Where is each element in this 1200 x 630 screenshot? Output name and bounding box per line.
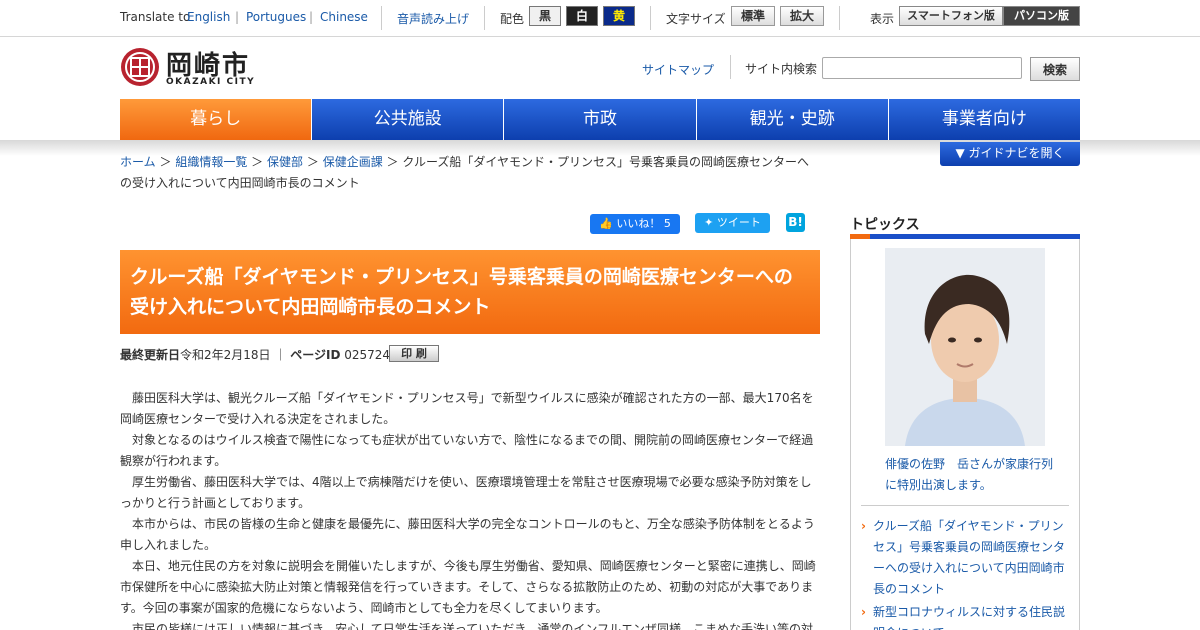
paragraph: 藤田医科大学は、観光クルーズ船「ダイヤモンド・プリンセス号」で新型ウイルスに感染…: [120, 391, 814, 426]
sitemap-link[interactable]: サイトマップ: [642, 61, 714, 78]
breadcrumb-health-dept[interactable]: 保健部: [267, 155, 303, 169]
breadcrumb-org-list[interactable]: 組織情報一覧: [175, 155, 247, 169]
divider: [650, 6, 651, 30]
list-item[interactable]: › クルーズ船「ダイヤモンド・プリンセス」号乗客乗員の岡崎医療センターへの受け入…: [861, 516, 1069, 600]
global-nav: 暮らし 公共施設 市政 観光・史跡 事業者向け: [120, 99, 1081, 140]
meta-separator: ｜: [274, 348, 287, 362]
topics-heading: トピックス: [850, 217, 920, 233]
breadcrumb-home[interactable]: ホーム: [120, 155, 156, 169]
page-title: クルーズ船「ダイヤモンド・プリンセス」号乗客乗員の岡崎医療センターへの受け入れに…: [120, 250, 820, 334]
tweet-label: ツイート: [716, 216, 761, 229]
divider: [839, 6, 840, 30]
facebook-like-button[interactable]: 👍 いいね！ 5: [590, 214, 680, 234]
thumbs-up-icon: 👍: [599, 217, 613, 230]
breadcrumb-sep: ＞: [306, 155, 319, 169]
breadcrumb-sep: ＞: [251, 155, 264, 169]
translate-label: Translate to: [120, 10, 191, 24]
paragraph: 本市からは、市民の皆様の生命と健康を最優先に、藤田医科大学の完全なコントロールの…: [120, 517, 815, 552]
twitter-bird-icon: ✦: [704, 216, 714, 229]
divider: [730, 55, 731, 79]
guide-navi-button[interactable]: ▼ ガイドナビを開く: [940, 142, 1080, 166]
updated-label: 最終更新日: [120, 348, 181, 362]
page-id-value: 025724: [344, 348, 391, 362]
breadcrumb-sep: ＞: [386, 155, 399, 169]
lang-separator: |: [235, 10, 240, 24]
paragraph: 本日、地元住民の方を対象に説明会を開催いたしますが、今後も厚生労働省、愛知県、岡…: [120, 559, 816, 615]
divider: [861, 505, 1069, 506]
logo-subtitle: OKAZAKI CITY: [166, 77, 256, 87]
topic-photo[interactable]: [885, 248, 1045, 446]
hatena-bookmark-button[interactable]: B!: [786, 213, 805, 232]
nav-item-facilities[interactable]: 公共施設: [312, 99, 505, 140]
lang-portugues-link[interactable]: Portugues: [246, 10, 306, 24]
list-item-label: クルーズ船「ダイヤモンド・プリンセス」号乗客乗員の岡崎医療センターへの受け入れに…: [873, 519, 1066, 596]
list-item[interactable]: › 新型コロナウィルスに対する住民説明会について: [861, 602, 1069, 630]
search-input[interactable]: [822, 57, 1022, 79]
article-body: 藤田医科大学は、観光クルーズ船「ダイヤモンド・プリンセス号」で新型ウイルスに感染…: [120, 388, 820, 630]
topic-caption-link[interactable]: 俳優の佐野 岳さんが家康行列に特別出演します。: [885, 454, 1055, 496]
divider: [381, 6, 382, 30]
search-button[interactable]: 検索: [1030, 57, 1080, 81]
chevron-right-icon: ›: [861, 605, 866, 619]
paragraph: 市民の皆様には正しい情報に基づき、安心して日常生活を送っていただき、通常のインフ…: [132, 622, 814, 630]
font-size-large-button[interactable]: 拡大: [780, 6, 824, 26]
divider: [484, 6, 485, 30]
color-label: 配色: [500, 12, 525, 26]
triangle-down-icon: ▼: [955, 146, 965, 160]
breadcrumb: ホーム ＞ 組織情報一覧 ＞ 保健部 ＞ 保健企画課 ＞ クルーズ船「ダイヤモン…: [120, 152, 820, 194]
print-button[interactable]: 印 刷: [389, 345, 439, 362]
paragraph: 対象となるのはウイルス検査で陽性になっても症状が出ていない方で、陰性になるまでの…: [120, 433, 814, 468]
color-black-button[interactable]: 黒: [529, 6, 561, 26]
speech-link[interactable]: 音声読み上げ: [397, 10, 469, 27]
display-pc-button[interactable]: パソコン版: [1003, 6, 1080, 26]
color-yellow-button[interactable]: 黄: [603, 6, 635, 26]
utility-bar: Translate to English | Portugues | Chine…: [0, 0, 1200, 37]
lang-separator: |: [309, 10, 314, 24]
nav-item-city-admin[interactable]: 市政: [504, 99, 697, 140]
font-size-standard-button[interactable]: 標準: [731, 6, 775, 26]
paragraph: 厚生労働省、藤田医科大学では、4階以上で病棟階だけを使い、医療環境管理士を常駐さ…: [120, 475, 812, 510]
display-label: 表示: [870, 12, 895, 26]
nav-item-living[interactable]: 暮らし: [120, 99, 313, 140]
display-smartphone-button[interactable]: スマートフォン版: [899, 6, 1003, 26]
nav-item-business[interactable]: 事業者向け: [888, 99, 1081, 140]
color-white-button[interactable]: 白: [566, 6, 598, 26]
tweet-button[interactable]: ✦ ツイート: [695, 213, 770, 233]
like-label: いいね！ 5: [616, 217, 671, 230]
page-id-label: ページID: [290, 348, 341, 362]
topics-list: › クルーズ船「ダイヤモンド・プリンセス」号乗客乗員の岡崎医療センターへの受け入…: [861, 516, 1069, 630]
city-emblem-icon[interactable]: [120, 47, 160, 87]
breadcrumb-sep: ＞: [159, 155, 172, 169]
lang-chinese-link[interactable]: Chinese: [320, 10, 368, 24]
chevron-right-icon: ›: [861, 519, 866, 533]
guide-navi-label: ガイドナビを開く: [968, 146, 1065, 160]
list-item-label: 新型コロナウィルスに対する住民説明会について: [873, 605, 1066, 630]
updated-value: 令和2年2月18日: [180, 348, 271, 362]
breadcrumb-health-planning[interactable]: 保健企画課: [323, 155, 383, 169]
font-size-label: 文字サイズ: [666, 12, 726, 26]
page-meta: 最終更新日令和2年2月18日 ｜ ページID 025724: [120, 346, 390, 363]
nav-item-tourism[interactable]: 観光・史跡: [696, 99, 889, 140]
search-label: サイト内検索: [745, 62, 818, 76]
lang-english-link[interactable]: English: [187, 10, 230, 24]
